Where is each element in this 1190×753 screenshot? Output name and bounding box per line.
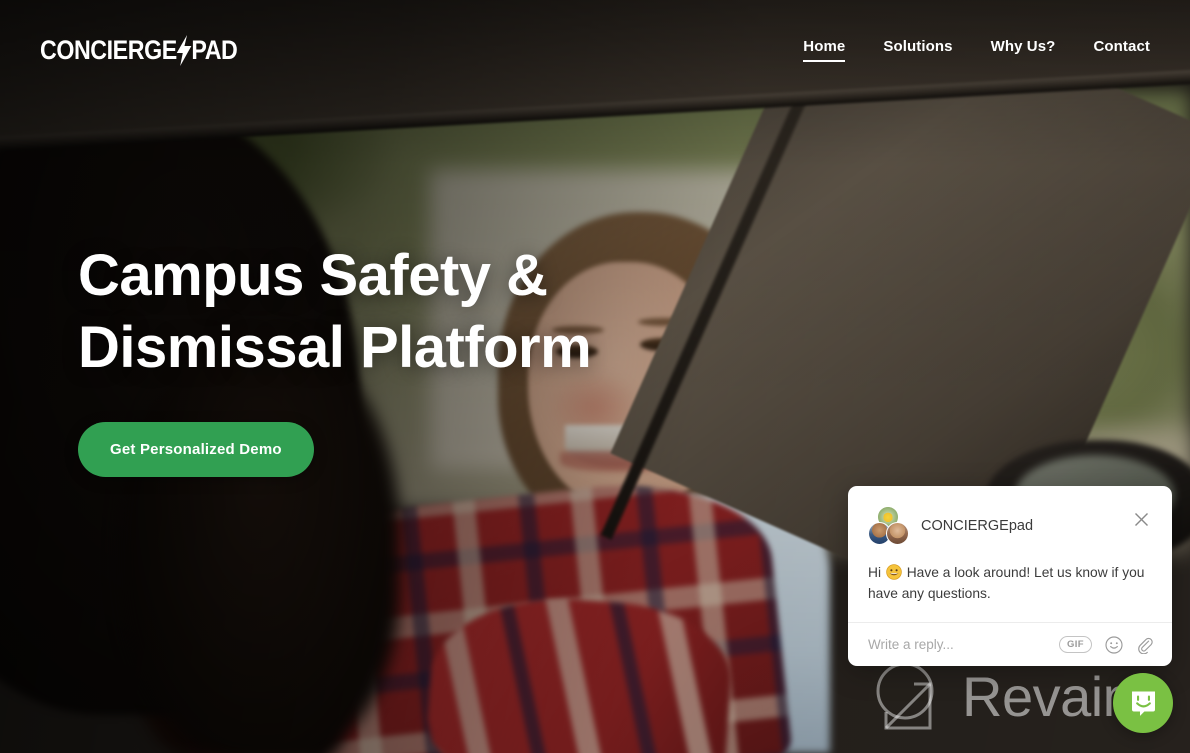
chat-message-prefix: Hi [868, 565, 882, 580]
chat-message: Hi Have a look around! Let us know if yo… [868, 562, 1150, 604]
nav-item-why-us[interactable]: Why Us? [991, 38, 1056, 62]
lightning-bolt-icon [176, 34, 192, 66]
logo-text-second: PAD [191, 34, 238, 65]
get-personalized-demo-button[interactable]: Get Personalized Demo [78, 422, 314, 477]
avatar-cluster-icon [868, 506, 909, 546]
chat-widget-panel: CONCIERGEpad Hi Have a look around! Let … [848, 486, 1172, 666]
site-logo[interactable]: CONCIERGE PAD [40, 34, 238, 66]
chat-panel-body: CONCIERGEpad Hi Have a look around! Let … [848, 486, 1172, 622]
nav-item-contact[interactable]: Contact [1093, 38, 1150, 62]
page-title: Campus Safety & Dismissal Platform [78, 240, 678, 384]
chat-launcher-button[interactable] [1113, 673, 1173, 733]
chat-title: CONCIERGEpad [921, 518, 1034, 534]
close-icon[interactable] [1130, 508, 1152, 530]
hero-content: Campus Safety & Dismissal Platform Get P… [78, 240, 678, 477]
paperclip-icon[interactable] [1136, 636, 1154, 654]
nav-item-home[interactable]: Home [803, 38, 846, 62]
gif-button[interactable]: GIF [1058, 636, 1092, 653]
grinning-face-emoji [886, 564, 902, 580]
chat-reply-bar: GIF [848, 622, 1172, 666]
main-nav: Home Solutions Why Us? Contact [803, 38, 1150, 62]
hero-title-line-1: Campus Safety & [78, 243, 548, 308]
reply-tools: GIF [1058, 635, 1154, 654]
avatar [886, 522, 909, 545]
chat-bubble-smiley-icon [1129, 689, 1158, 718]
landing-page: CONCIERGE PAD Home Solutions Why Us? Con… [0, 0, 1190, 753]
chat-message-body: Have a look around! Let us know if you h… [868, 565, 1145, 601]
top-navigation-bar: CONCIERGE PAD Home Solutions Why Us? Con… [0, 0, 1190, 100]
logo-text-first: CONCIERGE [40, 34, 177, 65]
reply-input[interactable] [868, 637, 1059, 652]
hero-title-line-2: Dismissal Platform [78, 315, 592, 380]
smiley-icon[interactable] [1105, 635, 1123, 654]
nav-item-solutions[interactable]: Solutions [883, 38, 952, 62]
chat-panel-header: CONCIERGEpad [868, 506, 1150, 546]
